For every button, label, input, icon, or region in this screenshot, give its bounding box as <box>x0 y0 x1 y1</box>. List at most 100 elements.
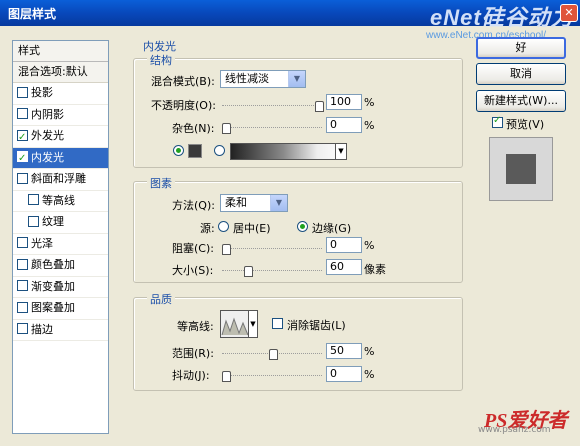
sidebar-item[interactable]: 斜面和浮雕 <box>13 169 108 191</box>
style-checkbox[interactable] <box>17 237 28 248</box>
sidebar-item-label: 等高线 <box>42 193 75 207</box>
glow-gradient-picker[interactable]: ▼ <box>230 143 347 160</box>
preview-swatch <box>506 154 536 184</box>
style-checkbox[interactable] <box>17 323 28 334</box>
source-label: 源: <box>200 222 215 235</box>
quality-title: 品质 <box>147 291 175 307</box>
chevron-down-icon: ▼ <box>270 195 287 211</box>
range-label: 范围(R): <box>172 347 214 360</box>
range-unit: % <box>364 345 375 358</box>
jitter-slider-thumb[interactable] <box>222 371 231 382</box>
blend-mode-label: 混合模式(B): <box>151 75 215 88</box>
new-style-button[interactable]: 新建样式(W)... <box>476 90 566 112</box>
antialias-checkbox[interactable] <box>272 318 283 329</box>
style-checkbox[interactable] <box>17 258 28 270</box>
antialias-label[interactable]: 消除锯齿(L) <box>287 317 346 333</box>
window-title: 图层样式 <box>8 7 57 21</box>
structure-title: 结构 <box>147 52 175 68</box>
size-slider-thumb[interactable] <box>244 266 254 277</box>
noise-unit: % <box>364 119 375 132</box>
sidebar-item[interactable]: 等高线 <box>13 191 108 212</box>
style-preview <box>489 137 553 201</box>
blend-mode-select[interactable]: 线性减淡 ▼ <box>220 70 306 88</box>
style-list: 样式 混合选项:默认 投影内阴影外发光内发光斜面和浮雕等高线纹理光泽颜色叠加渐变… <box>12 40 109 434</box>
sidebar-item[interactable]: 描边 <box>13 320 108 341</box>
source-edge-radio[interactable] <box>297 221 308 232</box>
range-slider[interactable] <box>222 349 322 362</box>
sidebar-item[interactable]: 内发光 <box>13 147 108 169</box>
styles-header[interactable]: 样式 <box>13 41 108 62</box>
chevron-down-icon: ▼ <box>248 311 257 337</box>
sidebar-item[interactable]: 内阴影 <box>13 105 108 126</box>
style-checkbox[interactable] <box>17 301 28 313</box>
style-checkbox[interactable] <box>17 149 28 169</box>
method-select[interactable]: 柔和 ▼ <box>220 194 288 212</box>
close-icon[interactable]: ✕ <box>560 4 578 22</box>
choke-label: 阻塞(C): <box>172 242 214 255</box>
contour-label: 等高线: <box>177 320 214 333</box>
choke-slider-thumb[interactable] <box>222 244 231 255</box>
gradient-radio[interactable] <box>214 145 225 156</box>
style-checkbox[interactable] <box>17 128 28 148</box>
blending-options[interactable]: 混合选项:默认 <box>13 62 108 83</box>
source-center-radio[interactable] <box>218 221 229 232</box>
solid-color-radio[interactable] <box>173 145 184 156</box>
size-label: 大小(S): <box>172 264 214 277</box>
sidebar-item-label: 颜色叠加 <box>31 258 75 271</box>
sidebar-item[interactable]: 投影 <box>13 83 108 105</box>
method-label: 方法(Q): <box>172 199 215 212</box>
style-checkbox[interactable] <box>28 194 39 205</box>
opacity-slider-thumb[interactable] <box>315 101 324 112</box>
sidebar-item[interactable]: 渐变叠加 <box>13 277 108 298</box>
elements-title: 图素 <box>147 175 175 191</box>
choke-field[interactable]: 0 <box>326 237 362 253</box>
contour-curve-icon <box>221 317 249 336</box>
sidebar-item-label: 渐变叠加 <box>31 279 75 293</box>
sidebar-item-label: 纹理 <box>42 215 64 228</box>
style-checkbox[interactable] <box>17 108 28 119</box>
opacity-unit: % <box>364 96 375 109</box>
jitter-unit: % <box>364 368 375 381</box>
preview-checkbox[interactable] <box>492 115 503 128</box>
preview-label[interactable]: 预览(V) <box>506 116 544 132</box>
noise-slider[interactable] <box>222 123 322 136</box>
style-checkbox[interactable] <box>28 215 39 227</box>
sidebar-item[interactable]: 颜色叠加 <box>13 255 108 277</box>
footer-url: www.psahz.com <box>478 425 551 435</box>
opacity-slider[interactable] <box>222 101 324 114</box>
style-checkbox[interactable] <box>17 280 28 291</box>
jitter-field[interactable]: 0 <box>326 366 362 382</box>
size-field[interactable]: 60 <box>326 259 362 275</box>
noise-slider-thumb[interactable] <box>222 123 231 134</box>
source-edge-label[interactable]: 边缘(G) <box>312 220 351 236</box>
sidebar-item-label: 外发光 <box>31 129 64 142</box>
sidebar-item[interactable]: 纹理 <box>13 212 108 234</box>
source-center-label[interactable]: 居中(E) <box>233 220 271 236</box>
cancel-button[interactable]: 取消 <box>476 63 566 85</box>
sidebar-item[interactable]: 光泽 <box>13 234 108 255</box>
choke-unit: % <box>364 239 375 252</box>
opacity-label: 不透明度(O): <box>151 99 216 112</box>
jitter-slider[interactable] <box>222 371 322 384</box>
noise-field[interactable]: 0 <box>326 117 362 133</box>
chevron-down-icon: ▼ <box>335 144 346 159</box>
glow-color-swatch[interactable] <box>188 144 202 158</box>
range-field[interactable]: 50 <box>326 343 362 359</box>
sidebar-item[interactable]: 外发光 <box>13 126 108 148</box>
contour-picker[interactable]: ▼ <box>220 310 258 338</box>
sidebar-item-label: 内发光 <box>31 150 64 164</box>
choke-slider[interactable] <box>222 244 322 257</box>
sidebar-item[interactable]: 图案叠加 <box>13 298 108 320</box>
opacity-field[interactable]: 100 <box>326 94 362 110</box>
size-slider[interactable] <box>222 266 322 279</box>
style-checkbox[interactable] <box>17 86 28 98</box>
ok-button[interactable]: 好 <box>476 37 566 59</box>
size-unit: 像素 <box>364 263 386 276</box>
style-checkbox[interactable] <box>17 172 28 184</box>
range-slider-thumb[interactable] <box>268 349 278 360</box>
sidebar-item-label: 光泽 <box>31 236 53 250</box>
sidebar-item-label: 描边 <box>31 322 53 336</box>
jitter-label: 抖动(J): <box>172 369 210 382</box>
watermark: eNet硅谷动力 <box>430 5 574 30</box>
title-bar: 图层样式 eNet硅谷动力 ✕ <box>0 0 580 30</box>
